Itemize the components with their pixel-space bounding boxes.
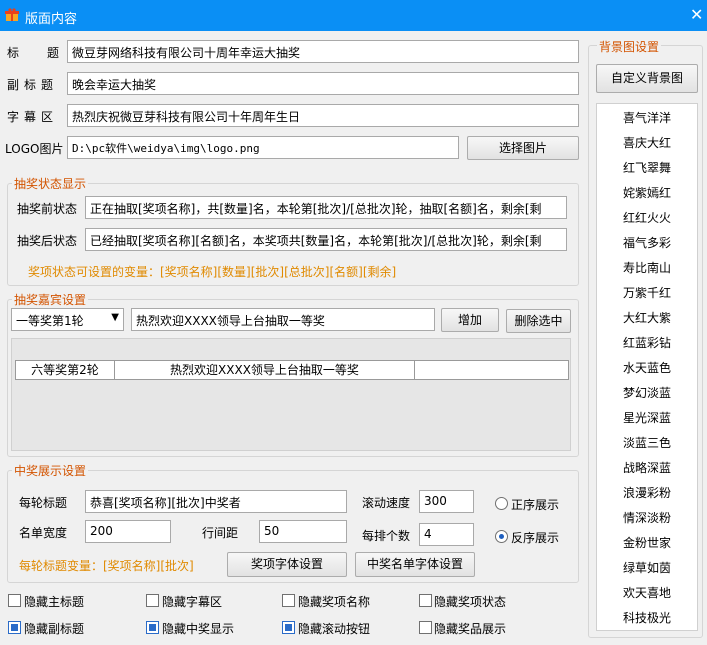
winner-font-button[interactable]: 中奖名单字体设置 [355, 552, 475, 577]
hide-award-status-label: 隐藏奖项状态 [434, 595, 507, 609]
order-desc-label: 反序展示 [511, 531, 560, 545]
line-spacing-label: 行间距 [202, 526, 239, 540]
per-row-label: 每排个数 [362, 529, 411, 543]
title-label: 标 题 [7, 46, 68, 60]
custom-background-button[interactable]: 自定义背景图 [596, 64, 698, 93]
background-list-item[interactable]: 寿比南山 [603, 256, 691, 281]
background-list-item[interactable]: 科技极光 [603, 606, 691, 631]
hide-award-name-label: 隐藏奖项名称 [298, 595, 371, 609]
hide-main-title-label: 隐藏主标题 [24, 595, 85, 609]
background-list-item[interactable]: 战略深蓝 [603, 456, 691, 481]
after-status-label: 抽奖后状态 [17, 234, 78, 248]
logo-path-input[interactable]: D:\pc软件\weidya\img\logo.png [67, 136, 459, 159]
hide-main-title-checkbox[interactable] [8, 594, 21, 607]
before-status-input[interactable]: 正在抽取[奖项名称]，共[数量]名，本轮第[批次]/[总批次]轮，抽取[名额]名… [85, 196, 567, 219]
hide-award-status-checkbox[interactable] [419, 594, 432, 607]
table-cell-text: 热烈欢迎XXXX领导上台抽取一等奖 [115, 361, 415, 379]
guest-table[interactable]: 六等奖第2轮 热烈欢迎XXXX领导上台抽取一等奖 [11, 338, 571, 451]
hide-winner-display-checkbox[interactable] [146, 621, 159, 634]
round-title-label: 每轮标题 [19, 496, 68, 510]
background-list-item[interactable]: 福气多彩 [603, 231, 691, 256]
background-list-item[interactable]: 姹紫嫣红 [603, 181, 691, 206]
caption-input[interactable]: 热烈庆祝微豆芽科技有限公司十年周年生日 [67, 104, 579, 127]
hide-award-name-checkbox[interactable] [282, 594, 295, 607]
subtitle-input[interactable]: 晚会幸运大抽奖 [67, 72, 579, 95]
after-status-input[interactable]: 已经抽取[奖项名称][名额]名，本奖项共[数量]名，本轮第[批次]/[总批次]轮… [85, 228, 567, 251]
winner-group-title: 中奖展示设置 [12, 462, 89, 479]
background-list-item[interactable]: 欢天喜地 [603, 581, 691, 606]
hide-prize-display-checkbox[interactable] [419, 621, 432, 634]
hide-prize-display-label: 隐藏奖品展示 [434, 622, 507, 636]
round-title-input[interactable]: 恭喜[奖项名称][批次]中奖者 [85, 490, 347, 513]
background-list-item[interactable]: 喜气洋洋 [603, 106, 691, 131]
background-list-item[interactable]: 淡蓝三色 [603, 431, 691, 456]
line-spacing-input[interactable]: 50 [259, 520, 347, 543]
choose-image-button[interactable]: 选择图片 [467, 136, 579, 160]
award-font-button[interactable]: 奖项字体设置 [227, 552, 347, 577]
background-list-item[interactable]: 绿草如茵 [603, 556, 691, 581]
hide-caption-label: 隐藏字幕区 [162, 595, 223, 609]
round-select-value: 一等奖第1轮 [16, 314, 84, 328]
background-group-title: 背景图设置 [597, 38, 662, 55]
add-button[interactable]: 增加 [441, 308, 499, 332]
gift-icon [5, 8, 19, 21]
background-list-item[interactable]: 浪漫彩粉 [603, 481, 691, 506]
delete-selected-button[interactable]: 删除选中 [506, 309, 571, 333]
list-width-input[interactable]: 200 [85, 520, 171, 543]
background-list-item[interactable]: 红飞翠舞 [603, 156, 691, 181]
background-list-item[interactable]: 红红火火 [603, 206, 691, 231]
background-list[interactable]: 喜气洋洋 喜庆大红 红飞翠舞 姹紫嫣红 红红火火 福气多彩 寿比南山 万紫千红 大红大紫 红蓝彩钻… [596, 103, 698, 631]
title-input[interactable]: 微豆芽网络科技有限公司十周年幸运大抽奖 [67, 40, 579, 63]
guest-group-title: 抽奖嘉宾设置 [12, 291, 89, 308]
order-desc-radio[interactable] [495, 530, 508, 543]
hide-subtitle-label: 隐藏副标题 [24, 622, 85, 636]
background-list-item[interactable]: 星光深蓝 [603, 406, 691, 431]
subtitle-label: 副标题 [7, 78, 59, 92]
hide-winner-display-label: 隐藏中奖显示 [162, 622, 235, 636]
background-list-item[interactable]: 喜庆大红 [603, 131, 691, 156]
status-group-title: 抽奖状态显示 [12, 175, 89, 192]
list-width-label: 名单宽度 [19, 526, 68, 540]
table-row[interactable]: 六等奖第2轮 热烈欢迎XXXX领导上台抽取一等奖 [15, 360, 569, 380]
background-list-item[interactable]: 万紫千红 [603, 281, 691, 306]
per-row-input[interactable]: 4 [419, 523, 474, 546]
hide-scroll-button-checkbox[interactable] [282, 621, 295, 634]
hide-subtitle-checkbox[interactable] [8, 621, 21, 634]
background-list-item[interactable]: 大红大紫 [603, 306, 691, 331]
window-title: 版面内容 [25, 12, 78, 27]
background-list-item[interactable]: 水天蓝色 [603, 356, 691, 381]
background-list-item[interactable]: 金粉世家 [603, 531, 691, 556]
title-bar: 版面内容 ✕ [0, 0, 707, 31]
order-asc-radio[interactable] [495, 497, 508, 510]
before-status-label: 抽奖前状态 [17, 202, 78, 216]
background-list-item[interactable]: 情深淡粉 [603, 506, 691, 531]
guest-text-input[interactable]: 热烈欢迎XXXX领导上台抽取一等奖 [131, 308, 435, 331]
hide-scroll-button-label: 隐藏滚动按钮 [298, 622, 371, 636]
scroll-speed-label: 滚动速度 [362, 496, 411, 510]
round-select[interactable]: 一等奖第1轮 ▼ [11, 308, 124, 331]
close-icon[interactable]: ✕ [690, 5, 703, 24]
background-list-item[interactable]: 梦幻淡蓝 [603, 381, 691, 406]
title-vars-hint: 每轮标题变量：[奖项名称][批次] [19, 559, 194, 573]
caption-label: 字幕区 [7, 110, 59, 124]
table-cell-round: 六等奖第2轮 [16, 361, 115, 379]
chevron-down-icon: ▼ [111, 312, 119, 323]
background-list-item[interactable]: 红蓝彩钻 [603, 331, 691, 356]
hide-caption-checkbox[interactable] [146, 594, 159, 607]
order-asc-label: 正序展示 [511, 498, 560, 512]
logo-label: LOGO图片 [5, 142, 64, 156]
scroll-speed-input[interactable]: 300 [419, 490, 474, 513]
status-vars-hint: 奖项状态可设置的变量：[奖项名称][数量][批次][总批次][名额][剩余] [28, 265, 397, 279]
